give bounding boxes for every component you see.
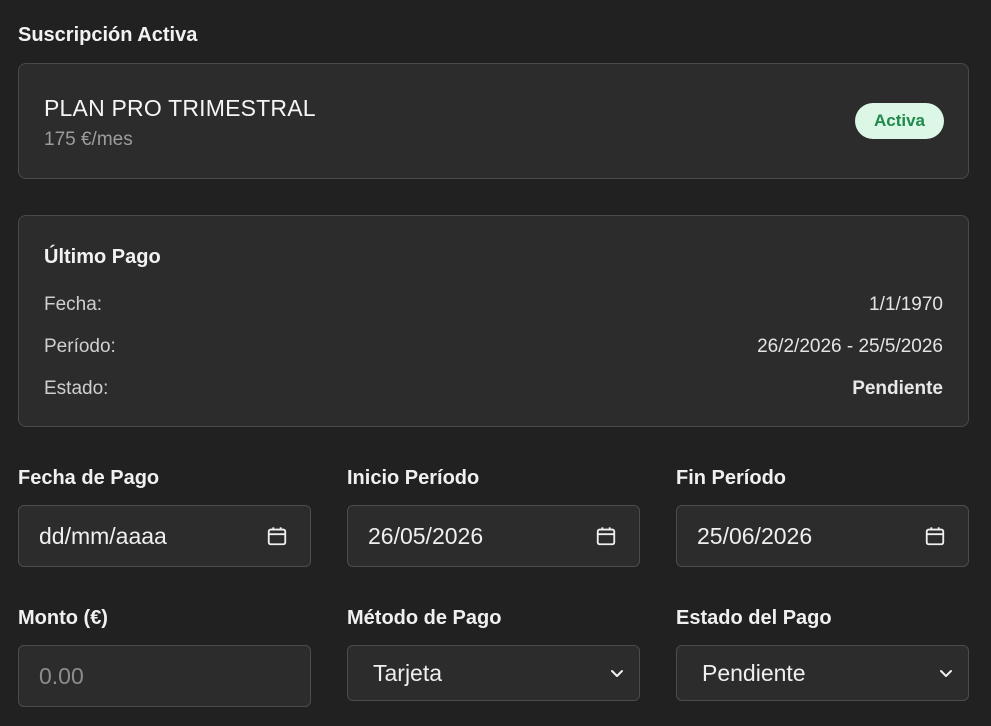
period-end-field-label: Fin Período <box>676 467 786 489</box>
payment-status-value: Pendiente <box>852 378 943 399</box>
payment-period-row: Período: 26/2/2026 - 25/5/2026 <box>44 336 943 358</box>
payment-status-field-label: Estado del Pago <box>676 607 832 629</box>
plan-name: PLAN PRO TRIMESTRAL <box>44 95 316 121</box>
payment-status-label: Estado: <box>44 378 109 399</box>
plan-card: PLAN PRO TRIMESTRAL 175 €/mes Activa <box>18 63 969 179</box>
amount-input-placeholder: 0.00 <box>39 662 84 689</box>
plan-price: 175 €/mes <box>44 129 133 150</box>
payment-status-selected: Pendiente <box>702 659 806 686</box>
status-badge: Activa <box>854 103 944 139</box>
calendar-icon[interactable] <box>924 525 946 547</box>
period-start-input-value: 26/05/2026 <box>368 522 484 549</box>
payment-date-input-value: dd/mm/aaaa <box>39 522 167 549</box>
payment-period-value: 26/2/2026 - 25/5/2026 <box>757 336 943 357</box>
payment-date-row: Fecha: 1/1/1970 <box>44 294 943 316</box>
amount-field-label: Monto (€) <box>18 607 108 629</box>
payment-date-field-label: Fecha de Pago <box>18 467 160 489</box>
subscription-payment-panel: Suscripción Activa PLAN PRO TRIMESTRAL 1… <box>0 0 991 726</box>
period-start-input[interactable]: 26/05/2026 <box>347 505 640 567</box>
period-end-input-value: 25/06/2026 <box>697 522 813 549</box>
last-payment-card: Último Pago Fecha: 1/1/1970 Período: 26/… <box>18 215 969 427</box>
payment-date-value: 1/1/1970 <box>869 294 943 315</box>
payment-method-selected: Tarjeta <box>373 659 443 686</box>
payment-status-select[interactable]: Pendiente <box>676 645 969 701</box>
section-title: Suscripción Activa <box>18 24 198 46</box>
chevron-down-icon <box>611 670 623 677</box>
period-start-field-label: Inicio Período <box>347 467 480 489</box>
payment-method-select[interactable]: Tarjeta <box>347 645 640 701</box>
chevron-down-icon <box>940 670 952 677</box>
calendar-icon[interactable] <box>266 525 288 547</box>
calendar-icon[interactable] <box>595 525 617 547</box>
payment-date-label: Fecha: <box>44 294 103 315</box>
payment-period-label: Período: <box>44 336 116 357</box>
payment-method-field-label: Método de Pago <box>347 607 502 629</box>
payment-status-row: Estado: Pendiente <box>44 378 943 400</box>
last-payment-title: Último Pago <box>44 246 161 268</box>
payment-date-input[interactable]: dd/mm/aaaa <box>18 505 311 567</box>
period-end-input[interactable]: 25/06/2026 <box>676 505 969 567</box>
amount-input[interactable]: 0.00 <box>18 645 311 707</box>
